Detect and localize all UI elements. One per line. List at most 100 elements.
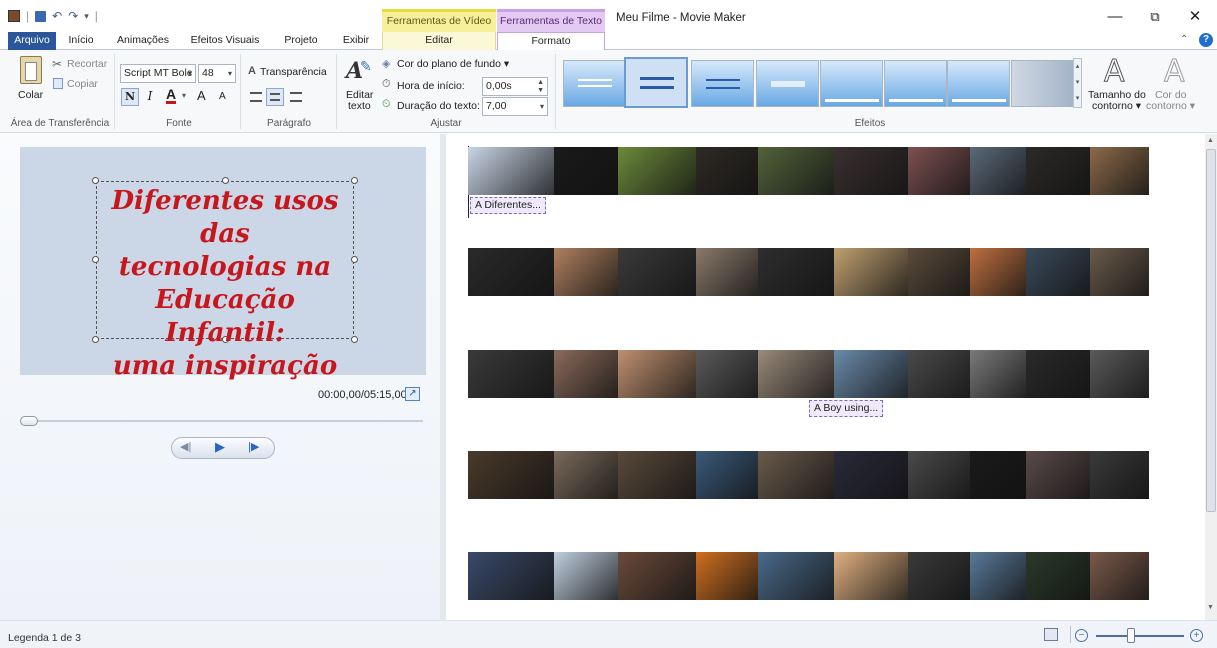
video-frame-thumbnail[interactable] [618,552,696,600]
scroll-thumb[interactable] [1206,149,1216,512]
video-frame-thumbnail[interactable] [618,451,696,499]
tab-editar[interactable]: Editar [382,32,496,50]
video-frame-thumbnail[interactable] [468,350,554,398]
video-frame-thumbnail[interactable] [908,248,970,296]
video-frame-thumbnail[interactable] [970,552,1026,600]
scroll-down-icon[interactable]: ▼ [1207,604,1214,611]
outline-color-icon[interactable]: A [1164,54,1186,90]
tab-formato[interactable]: Formato [497,32,605,51]
outline-size-button[interactable]: contorno ▾ [1092,100,1141,112]
video-frame-thumbnail[interactable] [1026,147,1090,195]
video-frame-thumbnail[interactable] [468,451,554,499]
video-frame-thumbnail[interactable] [468,248,554,296]
resize-handle[interactable] [222,177,229,184]
zoom-in-icon[interactable]: + [1190,629,1203,642]
video-frame-thumbnail[interactable] [554,147,618,195]
video-frame-thumbnail[interactable] [468,552,554,600]
font-family-select[interactable]: Script MT Bolc ▾ [120,64,196,83]
video-frame-thumbnail[interactable] [1090,248,1149,296]
effect-thumbnail-selected[interactable] [624,57,688,108]
video-frame-thumbnail[interactable] [696,451,758,499]
video-frame-thumbnail[interactable] [554,350,618,398]
seek-thumb[interactable] [20,416,38,426]
effect-thumbnail[interactable] [563,60,626,107]
video-frame-thumbnail[interactable] [1026,552,1090,600]
outline-size-icon[interactable]: A [1104,54,1126,90]
video-frame-thumbnail[interactable] [834,147,908,195]
video-frame-thumbnail[interactable] [554,248,618,296]
zoom-thumb[interactable] [1127,628,1135,643]
chevron-down-icon[interactable]: ▾ [182,91,186,100]
font-size-select[interactable]: 48 ▾ [198,64,236,83]
video-frame-thumbnail[interactable] [908,350,970,398]
effect-thumbnail[interactable] [691,60,754,107]
video-frame-thumbnail[interactable] [908,552,970,600]
video-frame-thumbnail[interactable] [618,350,696,398]
video-frame-thumbnail[interactable] [908,147,970,195]
collapse-ribbon-icon[interactable]: ⌃ [1180,34,1188,45]
caption-clip[interactable]: A Diferentes... [470,197,546,214]
copy-icon[interactable] [53,78,63,89]
scroll-up-icon[interactable]: ▲ [1207,137,1214,144]
background-color-button[interactable]: Cor do plano de fundo ▾ [397,58,509,70]
video-frame-thumbnail[interactable] [1090,552,1149,600]
video-frame-thumbnail[interactable] [554,451,618,499]
zoom-out-icon[interactable]: − [1075,629,1088,642]
tab-efeitos-visuais[interactable]: Efeitos Visuais [185,32,265,50]
thumbnail-size-icon[interactable] [1044,628,1058,641]
tab-projeto[interactable]: Projeto [278,32,324,50]
video-frame-thumbnail[interactable] [1026,248,1090,296]
tab-arquivo[interactable]: Arquivo [8,32,56,50]
font-color-button[interactable]: A [166,87,177,104]
storyboard-clip-row[interactable] [468,147,1149,195]
effect-thumbnail[interactable] [1011,60,1074,107]
redo-icon[interactable]: ↷ [68,9,78,23]
cut-icon[interactable]: ✂ [52,57,62,71]
minimize-button[interactable]: — [1098,6,1132,28]
save-icon[interactable] [35,10,47,22]
video-frame-thumbnail[interactable] [834,552,908,600]
video-frame-thumbnail[interactable] [758,451,834,499]
tab-exibir[interactable]: Exibir [336,32,376,50]
caption-clip[interactable]: A Boy using... [809,400,884,417]
video-frame-thumbnail[interactable] [618,147,696,195]
align-right-icon[interactable] [290,92,302,102]
outline-color-button[interactable]: contorno ▾ [1146,100,1195,112]
video-frame-thumbnail[interactable] [696,552,758,600]
resize-handle[interactable] [351,177,358,184]
video-frame-thumbnail[interactable] [758,248,834,296]
storyboard-clip-row[interactable] [468,248,1149,296]
fullscreen-icon[interactable]: ↗ [405,387,420,401]
help-icon[interactable]: ? [1199,33,1213,47]
play-icon[interactable]: ▶ [215,439,225,455]
video-frame-thumbnail[interactable] [1026,451,1090,499]
paste-icon[interactable] [20,56,42,84]
video-frame-thumbnail[interactable] [618,248,696,296]
storyboard-clip-row[interactable] [468,451,1149,499]
previous-frame-icon[interactable]: ◀| [180,440,191,453]
video-frame-thumbnail[interactable] [970,350,1026,398]
next-frame-icon[interactable]: |▶ [248,440,259,453]
video-frame-thumbnail[interactable] [1090,451,1149,499]
restore-button[interactable]: ⧉ [1138,6,1172,28]
preview-caption-text[interactable]: Diferentes usos das tecnologias na Educa… [96,185,354,381]
transparency-button[interactable]: Transparência [260,66,327,78]
video-frame-thumbnail[interactable] [908,451,970,499]
video-frame-thumbnail[interactable] [970,451,1026,499]
video-frame-thumbnail[interactable] [758,350,834,398]
spinner-arrows-icon[interactable]: ▲ ▼ [537,79,544,95]
video-frame-thumbnail[interactable] [468,147,554,195]
effect-thumbnail[interactable] [884,60,947,107]
video-frame-thumbnail[interactable] [758,552,834,600]
align-left-icon[interactable] [250,92,262,102]
edit-text-label-2[interactable]: texto [348,100,371,112]
gallery-scroll-icon[interactable]: ▴ ▾ ▾ [1073,58,1082,108]
video-frame-thumbnail[interactable] [970,248,1026,296]
customize-qat-icon[interactable]: ▾ [84,11,89,22]
paste-button[interactable]: Colar [18,89,43,101]
italic-button[interactable]: I [143,89,157,103]
video-frame-thumbnail[interactable] [970,147,1026,195]
video-frame-thumbnail[interactable] [834,248,908,296]
duration-select[interactable]: 7,00 ▾ [482,97,548,116]
video-frame-thumbnail[interactable] [554,552,618,600]
